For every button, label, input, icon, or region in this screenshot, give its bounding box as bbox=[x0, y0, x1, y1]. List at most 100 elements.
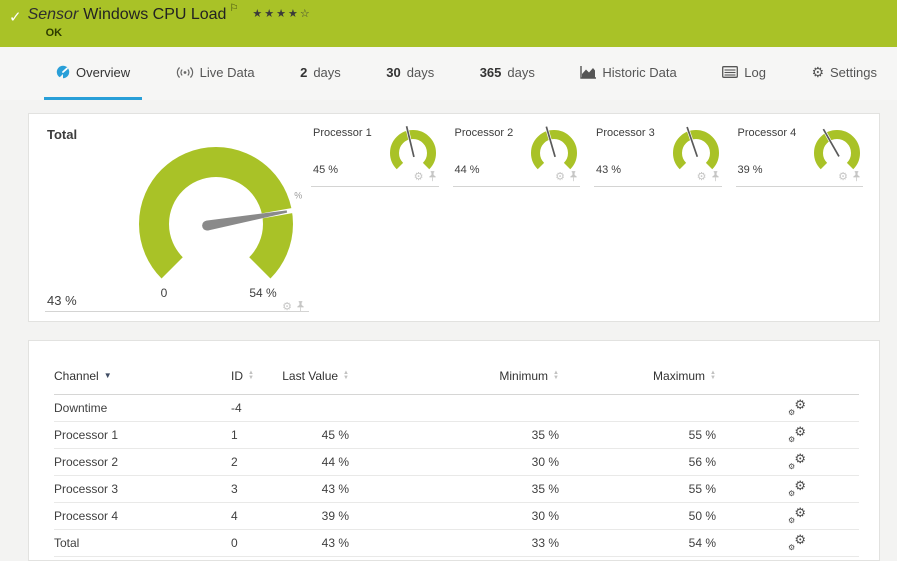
gauge-label: Processor 3 bbox=[596, 127, 655, 139]
cell-id: 2 bbox=[231, 455, 238, 469]
cell-maximum: 55 % bbox=[688, 482, 716, 496]
tab-30-days[interactable]: 30 days bbox=[374, 47, 446, 100]
channel-edit-icon[interactable]: ⚙ ⚙ bbox=[788, 397, 806, 417]
tab-number: 365 bbox=[479, 64, 502, 80]
column-label: Last Value bbox=[282, 368, 339, 383]
cell-id: -4 bbox=[231, 401, 242, 415]
gauge-value: 39 % bbox=[737, 164, 763, 176]
tab-label: Settings bbox=[830, 64, 877, 80]
gauge-cell-processor-3: Processor 3 43 % ⚙ bbox=[594, 114, 722, 321]
channel-table: Channel ▼ ID ▲ ▼ Last Value ▲ ▼ Minimum ▲ ▼… bbox=[54, 357, 859, 557]
sensor-title-block: Sensor Windows CPU Load ⚐ ★★★★☆ OK bbox=[27, 3, 312, 39]
channel-edit-icon[interactable]: ⚙ ⚙ bbox=[788, 424, 806, 444]
cell-minimum: 30 % bbox=[531, 509, 559, 523]
pin-channel-icon[interactable] bbox=[711, 171, 720, 182]
tab-historic-data[interactable]: Historic Data bbox=[568, 47, 688, 100]
gauge-icon bbox=[56, 65, 70, 79]
cell-channel: Processor 1 bbox=[54, 428, 119, 442]
priority-stars[interactable]: ★★★★☆ bbox=[252, 7, 311, 20]
cell-minimum: 35 % bbox=[531, 428, 559, 442]
cell-divider bbox=[45, 311, 309, 312]
table-row-processor-2[interactable]: Processor 2 2 44 % 30 % 56 % ⚙ ⚙ bbox=[54, 449, 859, 476]
column-header-maximum[interactable]: Maximum ▲ ▼ bbox=[559, 369, 716, 383]
gauge-value: 43 % bbox=[596, 164, 622, 176]
sensor-status-text: OK bbox=[45, 27, 63, 39]
pin-channel-icon[interactable] bbox=[852, 171, 861, 182]
gauge-value: 45 % bbox=[313, 164, 339, 176]
gauge-label: Processor 2 bbox=[454, 127, 514, 139]
tab-label: Log bbox=[744, 64, 766, 80]
cell-channel: Total bbox=[54, 536, 80, 550]
column-header-channel[interactable]: Channel ▼ bbox=[54, 369, 231, 383]
gauge-cell-total: Total % 0 54 % 43 % ⚙ bbox=[29, 114, 311, 321]
priority-flag-icon[interactable]: ⚐ bbox=[229, 3, 238, 14]
gauge-label: Total bbox=[47, 127, 78, 142]
cell-minimum: 33 % bbox=[531, 536, 559, 550]
cell-last-value: 43 % bbox=[321, 482, 349, 496]
cell-id: 1 bbox=[231, 428, 238, 442]
pin-channel-icon[interactable] bbox=[569, 171, 578, 182]
gauge-value: 43 % bbox=[47, 293, 77, 308]
channel-settings-icon[interactable]: ⚙ bbox=[838, 170, 848, 183]
channel-settings-icon[interactable]: ⚙ bbox=[414, 170, 424, 183]
table-row-total[interactable]: Total 0 43 % 33 % 54 % ⚙ ⚙ bbox=[54, 530, 859, 557]
sensor-kind-label: Sensor bbox=[27, 6, 79, 23]
tab-label: days bbox=[313, 64, 341, 80]
tab-log[interactable]: Log bbox=[710, 47, 778, 100]
gauge-cell-actions: ⚙ bbox=[555, 170, 578, 183]
sort-icon: ▲ ▼ bbox=[710, 369, 716, 381]
column-label: Maximum bbox=[653, 368, 706, 383]
channel-edit-icon[interactable]: ⚙ ⚙ bbox=[788, 451, 806, 471]
cell-id: 4 bbox=[231, 509, 238, 523]
channel-table-panel: Channel ▼ ID ▲ ▼ Last Value ▲ ▼ Minimum ▲ ▼… bbox=[28, 340, 880, 561]
tab-2-days[interactable]: 2 days bbox=[288, 47, 353, 100]
gauge-label: Processor 1 bbox=[313, 127, 372, 139]
cell-channel: Processor 2 bbox=[54, 455, 119, 469]
table-row-processor-4[interactable]: Processor 4 4 39 % 30 % 50 % ⚙ ⚙ bbox=[54, 503, 859, 530]
tab-label: Live Data bbox=[199, 64, 255, 80]
pin-channel-icon[interactable] bbox=[428, 171, 437, 182]
log-list-icon bbox=[722, 66, 739, 78]
column-header-last-value[interactable]: Last Value ▲ ▼ bbox=[279, 369, 349, 383]
gauge-value: 44 % bbox=[454, 164, 480, 176]
tab-settings[interactable]: ⚙ Settings bbox=[799, 47, 889, 100]
channel-edit-icon[interactable]: ⚙ ⚙ bbox=[788, 532, 806, 552]
channel-edit-icon[interactable]: ⚙ ⚙ bbox=[788, 478, 806, 498]
gauge-scale-min: 0 bbox=[160, 286, 168, 300]
cell-maximum: 50 % bbox=[688, 509, 716, 523]
tab-number: 30 bbox=[386, 64, 401, 80]
tab-live-data[interactable]: Live Data bbox=[164, 47, 267, 100]
status-ok-check-icon: ✓ bbox=[9, 9, 22, 26]
gauge-cell-actions: ⚙ bbox=[414, 170, 437, 183]
column-header-minimum[interactable]: Minimum ▲ ▼ bbox=[349, 369, 559, 383]
cell-divider bbox=[594, 186, 722, 187]
svg-text:%: % bbox=[294, 191, 302, 201]
column-label: Minimum bbox=[499, 368, 549, 383]
tab-label: days bbox=[406, 64, 435, 80]
column-header-id[interactable]: ID ▲ ▼ bbox=[231, 369, 279, 383]
cell-channel: Processor 4 bbox=[54, 509, 119, 523]
table-row-downtime[interactable]: Downtime -4 ⚙ ⚙ bbox=[54, 395, 859, 422]
sort-desc-icon: ▼ bbox=[103, 371, 112, 380]
tab-365-days[interactable]: 365 days bbox=[468, 47, 547, 100]
cell-last-value: 39 % bbox=[321, 509, 349, 523]
channel-edit-icon[interactable]: ⚙ ⚙ bbox=[788, 505, 806, 525]
cell-maximum: 54 % bbox=[688, 536, 716, 550]
cell-last-value: 43 % bbox=[321, 536, 349, 550]
cell-minimum: 35 % bbox=[531, 482, 559, 496]
channel-settings-icon[interactable]: ⚙ bbox=[555, 170, 565, 183]
cell-channel: Processor 3 bbox=[54, 482, 119, 496]
channel-settings-icon[interactable]: ⚙ bbox=[697, 170, 707, 183]
area-chart-icon bbox=[580, 65, 597, 79]
tab-label: days bbox=[507, 64, 535, 80]
cell-id: 0 bbox=[231, 536, 238, 550]
tab-number: 2 bbox=[300, 64, 308, 80]
broadcast-icon bbox=[176, 66, 194, 79]
gauges-panel: Total % 0 54 % 43 % ⚙ Processor 1 45 % ⚙… bbox=[28, 113, 880, 322]
cell-divider bbox=[311, 186, 439, 187]
tab-overview[interactable]: Overview bbox=[44, 47, 143, 100]
table-row-processor-3[interactable]: Processor 3 3 43 % 35 % 55 % ⚙ ⚙ bbox=[54, 476, 859, 503]
cell-last-value: 44 % bbox=[321, 455, 349, 469]
table-row-processor-1[interactable]: Processor 1 1 45 % 35 % 55 % ⚙ ⚙ bbox=[54, 422, 859, 449]
column-label: Channel bbox=[54, 368, 99, 383]
